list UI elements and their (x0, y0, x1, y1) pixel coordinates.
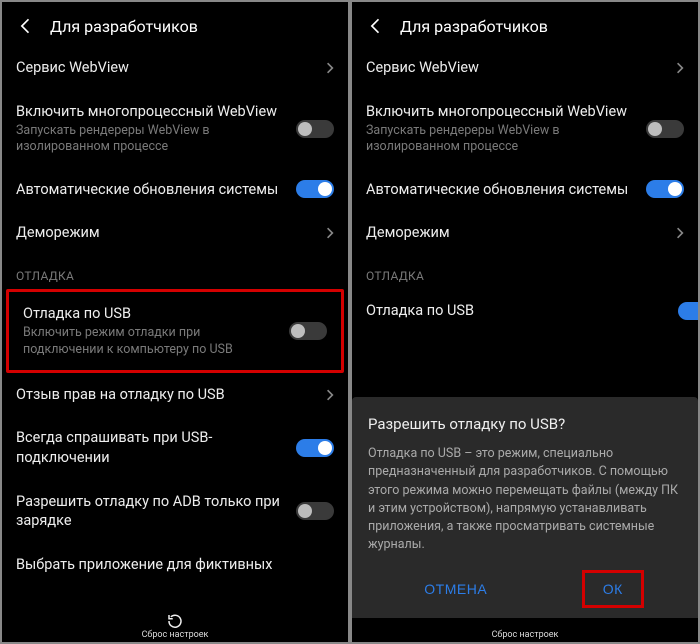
settings-list: Сервис WebView Включить многопроцессный … (2, 46, 348, 608)
row-title: Отзыв прав на отладку по USB (16, 385, 316, 405)
usb-debug-highlight: Отладка по USB Включить режим отладки пр… (6, 289, 344, 373)
row-webview-service[interactable]: Сервис WebView (2, 46, 348, 90)
dialog-title: Разрешить отладку по USB? (368, 415, 682, 433)
header: Для разработчиков (352, 2, 698, 46)
toggle-multiprocess[interactable] (296, 120, 334, 138)
row-usb-debug[interactable]: Отладка по USB Включить режим отладки пр… (9, 292, 341, 370)
row-title: Выбрать приложение для фиктивных (16, 555, 334, 575)
header: Для разработчиков (2, 2, 348, 46)
row-demo-mode[interactable]: Деморежим (352, 211, 698, 255)
toggle-auto-update[interactable] (646, 180, 684, 198)
toggle-multiprocess[interactable] (646, 120, 684, 138)
toggle-adb-charge[interactable] (296, 502, 334, 520)
toggle-usb-debug[interactable] (289, 322, 327, 340)
row-title: Включить многопроцессный WebView (16, 102, 286, 122)
row-subtitle: Включить режим отладки при подключении к… (23, 325, 279, 358)
bottom-bar[interactable]: Сброс настроек (352, 626, 698, 642)
row-title: Включить многопроцессный WebView (366, 102, 636, 122)
row-title: Сервис WebView (366, 58, 666, 78)
row-auto-update[interactable]: Автоматические обновления системы (352, 168, 698, 212)
row-multiprocess-webview[interactable]: Включить многопроцессный WebView Запуска… (2, 90, 348, 168)
row-title: Разрешить отладку по ADB только при заря… (16, 492, 286, 531)
row-title: Деморежим (366, 223, 666, 243)
row-title: Деморежим (16, 223, 316, 243)
row-subtitle: Запускать рендереры WebView в изолирован… (16, 123, 286, 156)
row-adb-charge-only[interactable]: Разрешить отладку по ADB только при заря… (2, 480, 348, 543)
back-icon[interactable] (16, 16, 36, 36)
back-icon[interactable] (366, 16, 386, 36)
section-debug-label: ОТЛАДКА (2, 255, 348, 289)
bottom-label: Сброс настроек (142, 630, 209, 640)
reset-icon (166, 612, 184, 630)
usb-debug-dialog: Разрешить отладку по USB? Отладка по USB… (352, 397, 698, 618)
cancel-button[interactable]: ОТМЕНА (406, 573, 505, 605)
chevron-right-icon (326, 388, 334, 402)
dialog-body: Отладка по USB – это режим, специально п… (368, 445, 682, 554)
ok-button-highlight: ОК (582, 570, 644, 608)
row-title: Всегда спрашивать при USB-подключении (16, 428, 286, 467)
toggle-usb-debug-partial[interactable] (678, 302, 698, 320)
row-title: Сервис WebView (16, 58, 316, 78)
row-select-mock-app[interactable]: Выбрать приложение для фиктивных (2, 543, 348, 579)
row-always-ask-usb[interactable]: Всегда спрашивать при USB-подключении (2, 416, 348, 479)
row-auto-update[interactable]: Автоматические обновления системы (2, 168, 348, 212)
row-title: Автоматические обновления системы (366, 180, 636, 200)
chevron-right-icon (326, 61, 334, 75)
bottom-bar[interactable]: Сброс настроек (2, 608, 348, 642)
dialog-actions: ОТМЕНА ОК (368, 570, 682, 608)
right-screen: Для разработчиков Сервис WebView Включит… (352, 2, 698, 642)
chevron-right-icon (326, 226, 334, 240)
toggle-always-ask[interactable] (296, 439, 334, 457)
header-title: Для разработчиков (400, 17, 548, 36)
section-debug-label: ОТЛАДКА (352, 255, 698, 289)
row-demo-mode[interactable]: Деморежим (2, 211, 348, 255)
chevron-right-icon (676, 61, 684, 75)
row-usb-debug[interactable]: Отладка по USB (352, 289, 698, 333)
toggle-auto-update[interactable] (296, 180, 334, 198)
chevron-right-icon (676, 226, 684, 240)
left-screen: Для разработчиков Сервис WebView Включит… (2, 2, 348, 642)
row-multiprocess-webview[interactable]: Включить многопроцессный WebView Запуска… (352, 90, 698, 168)
row-title: Отладка по USB (23, 304, 279, 324)
ok-button[interactable]: ОК (585, 573, 641, 605)
bottom-label: Сброс настроек (492, 630, 559, 640)
row-webview-service[interactable]: Сервис WebView (352, 46, 698, 90)
row-subtitle: Запускать рендереры WebView в изолирован… (366, 123, 636, 156)
header-title: Для разработчиков (50, 17, 198, 36)
row-title: Отладка по USB (366, 301, 668, 321)
row-title: Автоматические обновления системы (16, 180, 286, 200)
row-revoke-usb[interactable]: Отзыв прав на отладку по USB (2, 373, 348, 417)
